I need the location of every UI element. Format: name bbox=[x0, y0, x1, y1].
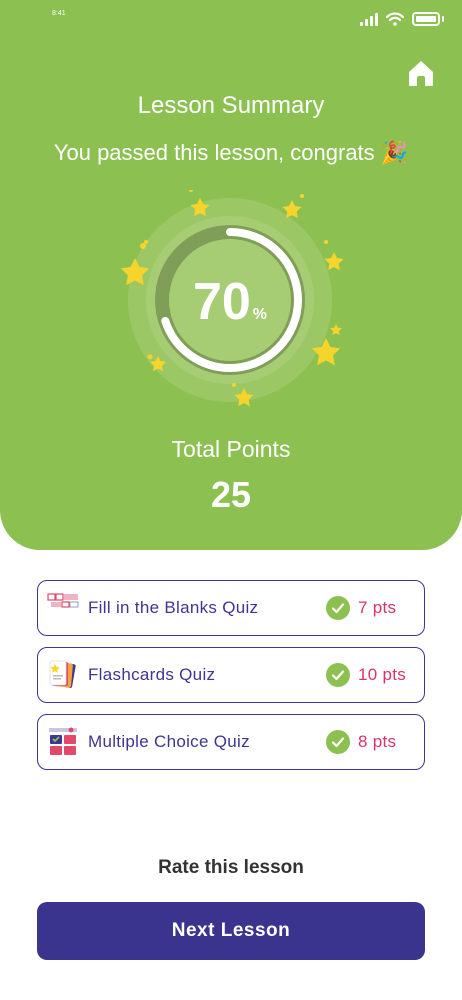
score-value: 70 bbox=[192, 273, 251, 331]
total-points-label: Total Points bbox=[171, 436, 291, 462]
star-icon bbox=[324, 252, 344, 271]
signal-icon bbox=[360, 12, 378, 26]
status-icons bbox=[360, 12, 444, 26]
quiz-name: Fill in the Blanks Quiz bbox=[88, 598, 259, 617]
congrats-message: You passed this lesson, congrats 🎉 bbox=[53, 140, 409, 165]
page-title: Lesson Summary bbox=[137, 92, 325, 119]
status-time: 8:41 bbox=[52, 10, 66, 17]
quiz-name: Flashcards Quiz bbox=[88, 665, 216, 684]
quiz-item-fill-in-the-blanks[interactable]: Fill in the Blanks Quiz 7 pts bbox=[37, 580, 425, 636]
check-circle-icon bbox=[326, 596, 350, 620]
quiz-points: 10 pts bbox=[358, 665, 407, 684]
quiz-points: 7 pts bbox=[358, 598, 397, 617]
summary-header-panel: 8:41 Lesson Summary You passed this less… bbox=[0, 0, 462, 550]
score-progress-ring: 70% bbox=[110, 188, 350, 410]
flashcards-icon bbox=[49, 660, 76, 688]
battery-icon bbox=[412, 12, 440, 26]
next-lesson-button[interactable]: Next Lesson bbox=[37, 902, 425, 960]
wifi-icon bbox=[386, 12, 404, 26]
rate-lesson-link[interactable]: Rate this lesson bbox=[0, 857, 462, 879]
fill-blanks-icon bbox=[47, 593, 79, 608]
quiz-item-multiple-choice[interactable]: Multiple Choice Quiz 8 pts bbox=[37, 714, 425, 770]
quiz-name: Multiple Choice Quiz bbox=[88, 732, 250, 751]
quiz-results-list: Fill in the Blanks Quiz 7 pts Flashcards… bbox=[37, 580, 425, 781]
score-percentage: 70% bbox=[110, 272, 350, 332]
check-circle-icon bbox=[326, 730, 350, 754]
quiz-points: 8 pts bbox=[358, 732, 397, 751]
percent-sign: % bbox=[252, 306, 268, 323]
multiple-choice-icon bbox=[49, 727, 77, 755]
total-points-value: 25 bbox=[210, 474, 252, 515]
home-icon[interactable] bbox=[406, 58, 436, 88]
quiz-item-flashcards[interactable]: Flashcards Quiz 10 pts bbox=[37, 647, 425, 703]
check-circle-icon bbox=[326, 663, 350, 687]
battery-cap bbox=[442, 16, 444, 22]
